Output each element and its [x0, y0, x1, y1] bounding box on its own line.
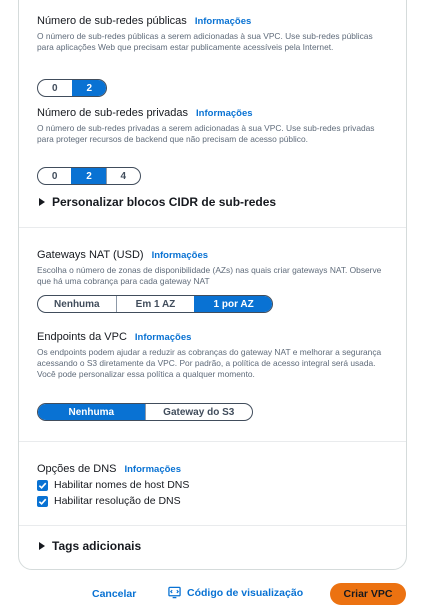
nat-option-none[interactable]: Nenhuma	[38, 296, 116, 312]
private-subnets-option-2[interactable]: 2	[71, 168, 106, 184]
vpc-endpoints-field: Endpoints da VPC Informações Os endpoint…	[37, 331, 390, 380]
dns-options-field: Opções de DNS Informações	[37, 463, 390, 475]
public-subnets-option-2[interactable]: 2	[71, 80, 106, 96]
private-subnets-info-link[interactable]: Informações	[196, 108, 253, 119]
caret-right-icon	[39, 198, 45, 206]
dns-hostnames-label: Habilitar nomes de host DNS	[54, 479, 190, 491]
code-preview-icon	[168, 586, 181, 599]
endpoint-option-s3-gateway[interactable]: Gateway do S3	[144, 404, 253, 420]
nat-gateways-info-link[interactable]: Informações	[152, 250, 209, 261]
section-divider	[19, 525, 406, 526]
vpc-endpoints-info-link[interactable]: Informações	[135, 332, 192, 343]
nat-gateways-segmented-control[interactable]: Nenhuma Em 1 AZ 1 por AZ	[37, 295, 273, 313]
tags-expander-label: Tags adicionais	[52, 539, 142, 553]
section-divider	[19, 441, 406, 442]
vpc-endpoints-description: Os endpoints podem ajudar a reduzir as c…	[37, 347, 382, 379]
public-subnets-info-link[interactable]: Informações	[195, 16, 252, 27]
dns-resolution-label: Habilitar resolução de DNS	[54, 495, 181, 507]
nat-gateways-label: Gateways NAT (USD)	[37, 249, 144, 261]
section-divider	[19, 227, 406, 228]
dns-resolution-checkbox-row[interactable]: Habilitar resolução de DNS	[37, 495, 181, 507]
private-subnets-description: O número de sub-redes privadas a serem a…	[37, 123, 375, 144]
dns-options-label: Opções de DNS	[37, 463, 117, 475]
nat-gateways-description: Escolha o número de zonas de disponibili…	[37, 265, 382, 286]
public-subnets-option-0[interactable]: 0	[38, 80, 72, 96]
tags-expander[interactable]: Tags adicionais	[39, 539, 141, 553]
public-subnets-description: O número de sub-redes públicas a serem a…	[37, 31, 373, 52]
private-subnets-option-0[interactable]: 0	[38, 168, 71, 184]
dns-hostnames-checkbox-row[interactable]: Habilitar nomes de host DNS	[37, 479, 189, 491]
endpoint-option-none[interactable]: Nenhuma	[38, 404, 145, 420]
dns-options-info-link[interactable]: Informações	[124, 464, 181, 475]
preview-code-label: Código de visualização	[187, 586, 304, 599]
cidr-blocks-expander-label: Personalizar blocos CIDR de sub-redes	[52, 195, 277, 209]
vpc-endpoints-label: Endpoints da VPC	[37, 331, 127, 343]
checkbox-checked-icon[interactable]	[37, 495, 48, 507]
nat-option-per-az[interactable]: 1 por AZ	[194, 296, 272, 312]
private-subnets-label: Número de sub-redes privadas	[37, 107, 189, 119]
nat-option-one-az[interactable]: Em 1 AZ	[115, 296, 195, 312]
public-subnets-field: Número de sub-redes públicas Informações…	[37, 15, 390, 53]
vpc-settings-panel: Número de sub-redes públicas Informações…	[18, 0, 407, 570]
cancel-button[interactable]: Cancelar	[92, 588, 136, 600]
public-subnets-label: Número de sub-redes públicas	[37, 15, 187, 27]
cidr-blocks-expander[interactable]: Personalizar blocos CIDR de sub-redes	[39, 195, 276, 209]
private-subnets-option-4[interactable]: 4	[105, 168, 140, 184]
checkbox-checked-icon[interactable]	[37, 479, 48, 491]
private-subnets-field: Número de sub-redes privadas Informações…	[37, 107, 390, 145]
vpc-endpoints-segmented-control[interactable]: Nenhuma Gateway do S3	[37, 403, 253, 421]
create-vpc-button[interactable]: Criar VPC	[330, 583, 406, 605]
preview-code-button[interactable]: Código de visualização	[168, 586, 303, 599]
public-subnets-segmented-control[interactable]: 0 2	[37, 79, 107, 97]
private-subnets-segmented-control[interactable]: 0 2 4	[37, 167, 141, 185]
caret-right-icon	[39, 542, 45, 550]
nat-gateways-field: Gateways NAT (USD) Informações Escolha o…	[37, 249, 390, 287]
